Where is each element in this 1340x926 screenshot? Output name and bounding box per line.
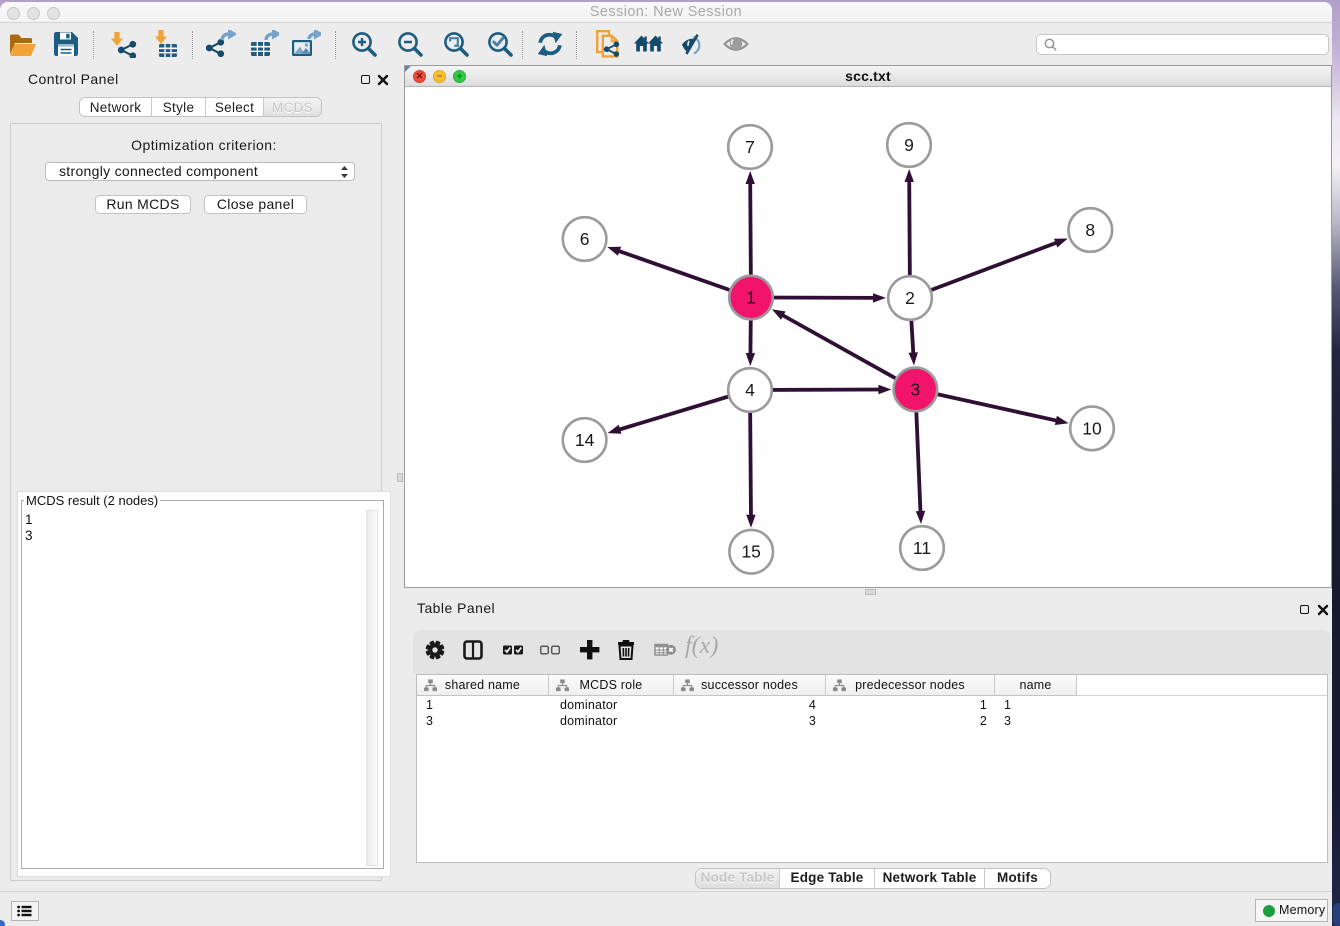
svg-text:6: 6 (580, 229, 590, 249)
svg-text:9: 9 (904, 135, 914, 155)
svg-text:15: 15 (741, 542, 760, 562)
svg-text:14: 14 (575, 430, 595, 450)
svg-text:4: 4 (745, 380, 755, 400)
svg-text:3: 3 (911, 379, 921, 399)
svg-text:2: 2 (905, 288, 915, 308)
svg-text:1: 1 (746, 288, 756, 308)
svg-text:11: 11 (913, 538, 931, 558)
svg-text:7: 7 (745, 137, 755, 157)
svg-text:10: 10 (1082, 418, 1102, 438)
svg-text:8: 8 (1085, 220, 1095, 240)
